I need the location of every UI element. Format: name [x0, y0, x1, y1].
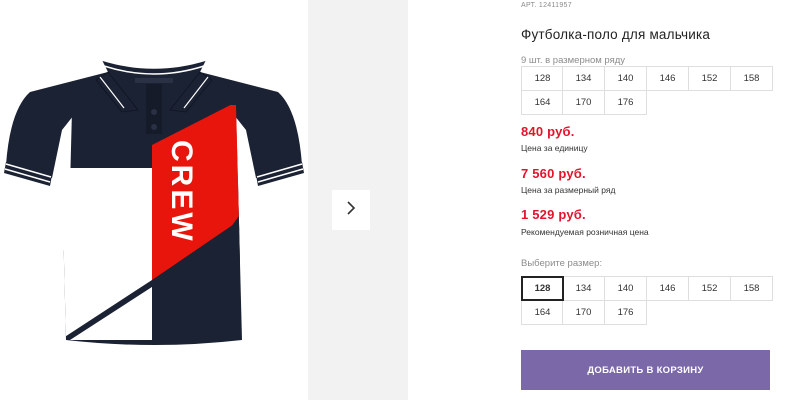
- size-row-item: 152: [688, 66, 731, 91]
- add-to-cart-button[interactable]: ДОБАВИТЬ В КОРЗИНУ: [521, 350, 770, 390]
- product-image[interactable]: CREW: [0, 0, 308, 400]
- size-option[interactable]: 140: [604, 276, 647, 301]
- size-option[interactable]: 176: [604, 300, 647, 325]
- size-option[interactable]: 134: [562, 276, 605, 301]
- size-row-item: 128: [521, 66, 564, 91]
- unit-price-label: Цена за единицу: [521, 143, 588, 153]
- chevron-right-icon: [345, 200, 357, 221]
- choose-size-label: Выберите размер:: [521, 258, 603, 269]
- product-title: Футболка-поло для мальчика: [521, 27, 711, 42]
- size-row-item: 176: [604, 90, 647, 115]
- row-price-label: Цена за размерный ряд: [521, 185, 616, 195]
- product-info: АРТ. 12411957 Футболка-поло для мальчика…: [521, 0, 793, 400]
- size-option[interactable]: 158: [730, 276, 773, 301]
- row-price: 7 560 руб.: [521, 166, 586, 181]
- unit-price: 840 руб.: [521, 124, 575, 139]
- gallery-strip: [308, 0, 408, 400]
- retail-price-label: Рекомендуемая розничная цена: [521, 227, 649, 237]
- article-number: АРТ. 12411957: [521, 2, 572, 9]
- size-option[interactable]: 164: [521, 300, 564, 325]
- size-row-caption: 9 шт. в размерном ряду: [521, 55, 626, 66]
- shirt-print-text: CREW: [165, 140, 198, 244]
- size-select-grid: 128 134 140 146 152 158 164 170 176: [521, 276, 773, 325]
- retail-price: 1 529 руб.: [521, 207, 586, 222]
- size-row-item: 134: [562, 66, 605, 91]
- size-option-selected[interactable]: 128: [521, 276, 564, 301]
- size-option[interactable]: 152: [688, 276, 731, 301]
- size-row-grid: 128 134 140 146 152 158 164 170 176: [521, 66, 773, 115]
- size-option[interactable]: 170: [562, 300, 605, 325]
- size-option[interactable]: 146: [646, 276, 689, 301]
- size-row-item: 140: [604, 66, 647, 91]
- size-row-item: 170: [562, 90, 605, 115]
- polo-shirt-image: CREW: [4, 59, 304, 345]
- size-row-item: 158: [730, 66, 773, 91]
- gallery-next-button[interactable]: [332, 190, 370, 230]
- size-row-item: 146: [646, 66, 689, 91]
- size-row-item: 164: [521, 90, 564, 115]
